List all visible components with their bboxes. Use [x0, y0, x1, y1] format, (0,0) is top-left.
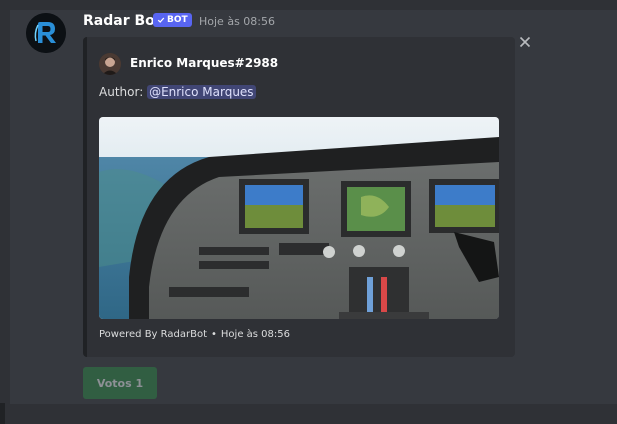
bot-tag: BOT	[153, 13, 192, 27]
embed-footer: Powered By RadarBot • Hoje às 08:56	[99, 329, 290, 340]
embed-image[interactable]	[99, 117, 499, 319]
bot-avatar[interactable]	[26, 13, 66, 53]
embed-description: Author: @Enrico Marques	[99, 85, 256, 99]
message-timestamp: Hoje às 08:56	[199, 15, 275, 28]
author-avatar[interactable]	[99, 53, 121, 75]
bot-tag-label: BOT	[167, 15, 188, 25]
bot-username[interactable]: Radar Bot	[83, 13, 161, 29]
verified-check-icon	[157, 17, 165, 23]
bottom-scroll-nub	[0, 403, 5, 424]
radar-logo-icon	[26, 13, 66, 53]
footer-timestamp: Hoje às 08:56	[220, 329, 290, 340]
description-label: Author:	[99, 85, 144, 99]
user-mention[interactable]: @Enrico Marques	[147, 85, 256, 99]
embed-author-name[interactable]: Enrico Marques#2988	[130, 56, 278, 70]
top-strip	[0, 0, 617, 10]
channel-sidebar-edge	[0, 10, 10, 424]
votes-button[interactable]: Votos 1	[83, 367, 157, 399]
cockpit-image	[99, 117, 499, 319]
close-icon[interactable]	[516, 33, 534, 51]
bottom-strip	[0, 404, 617, 424]
footer-separator: •	[211, 329, 217, 340]
footer-text: Powered By RadarBot	[99, 329, 207, 340]
